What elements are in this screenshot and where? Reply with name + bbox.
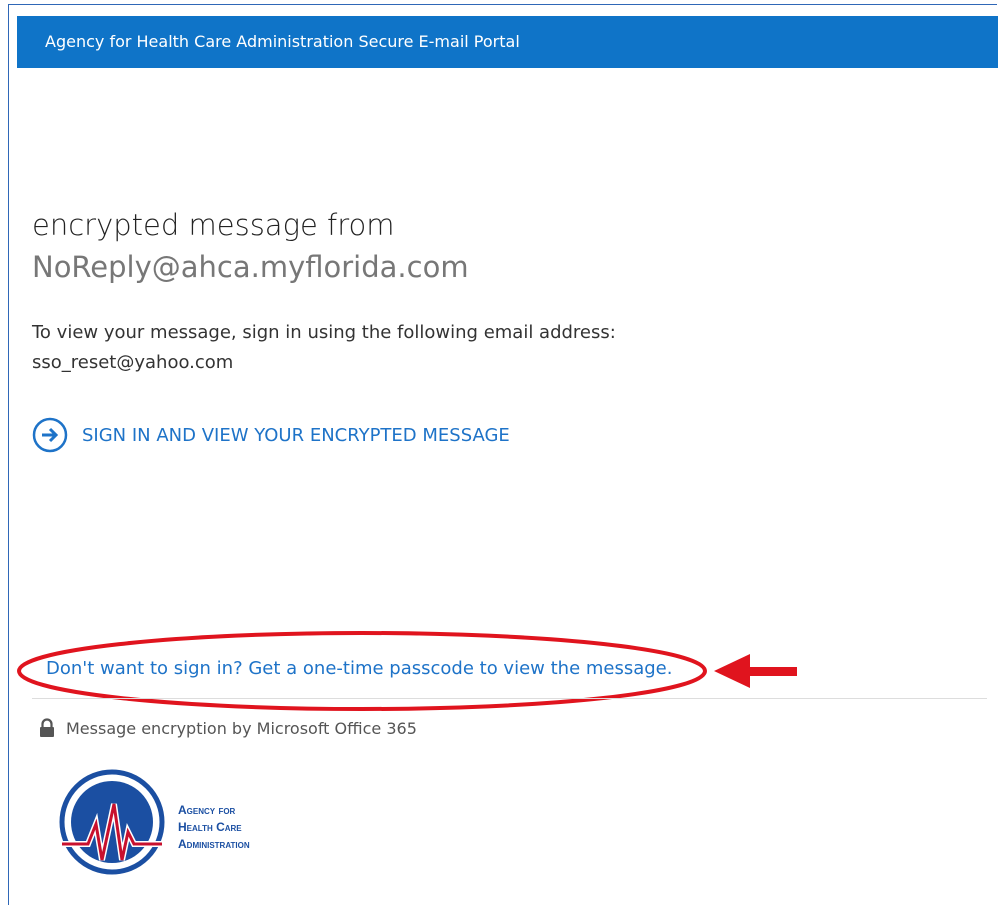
logo-line-1: Agency for [178,803,236,817]
arrow-right-circle-icon [32,417,68,453]
portal-header: Agency for Health Care Administration Se… [17,16,998,68]
one-time-passcode-link[interactable]: Don't want to sign in? Get a one-time pa… [46,658,672,679]
lock-icon [40,718,54,737]
ahca-logo-wordmark: Agency for Health Care Administration [178,802,250,853]
message-title: encrypted message from [32,208,395,242]
sender-address: NoReply@ahca.myflorida.com [32,250,469,284]
portal-title: Agency for Health Care Administration Se… [45,32,520,51]
encryption-text: Message encryption by Microsoft Office 3… [66,718,417,738]
sign-in-instructions: To view your message, sign in using the … [32,322,616,343]
recipient-address: sso_reset@yahoo.com [32,352,234,373]
sign-in-label: SIGN IN AND VIEW YOUR ENCRYPTED MESSAGE [82,424,510,446]
logo-line-3: Administration [178,837,250,851]
logo-line-2: Health Care [178,820,242,834]
sign-in-button[interactable]: SIGN IN AND VIEW YOUR ENCRYPTED MESSAGE [32,417,510,453]
encryption-notice: Message encryption by Microsoft Office 3… [38,718,417,738]
footer-divider [32,698,987,699]
ahca-logo: Agency for Health Care Administration [58,768,278,880]
ahca-logo-emblem [59,769,165,875]
